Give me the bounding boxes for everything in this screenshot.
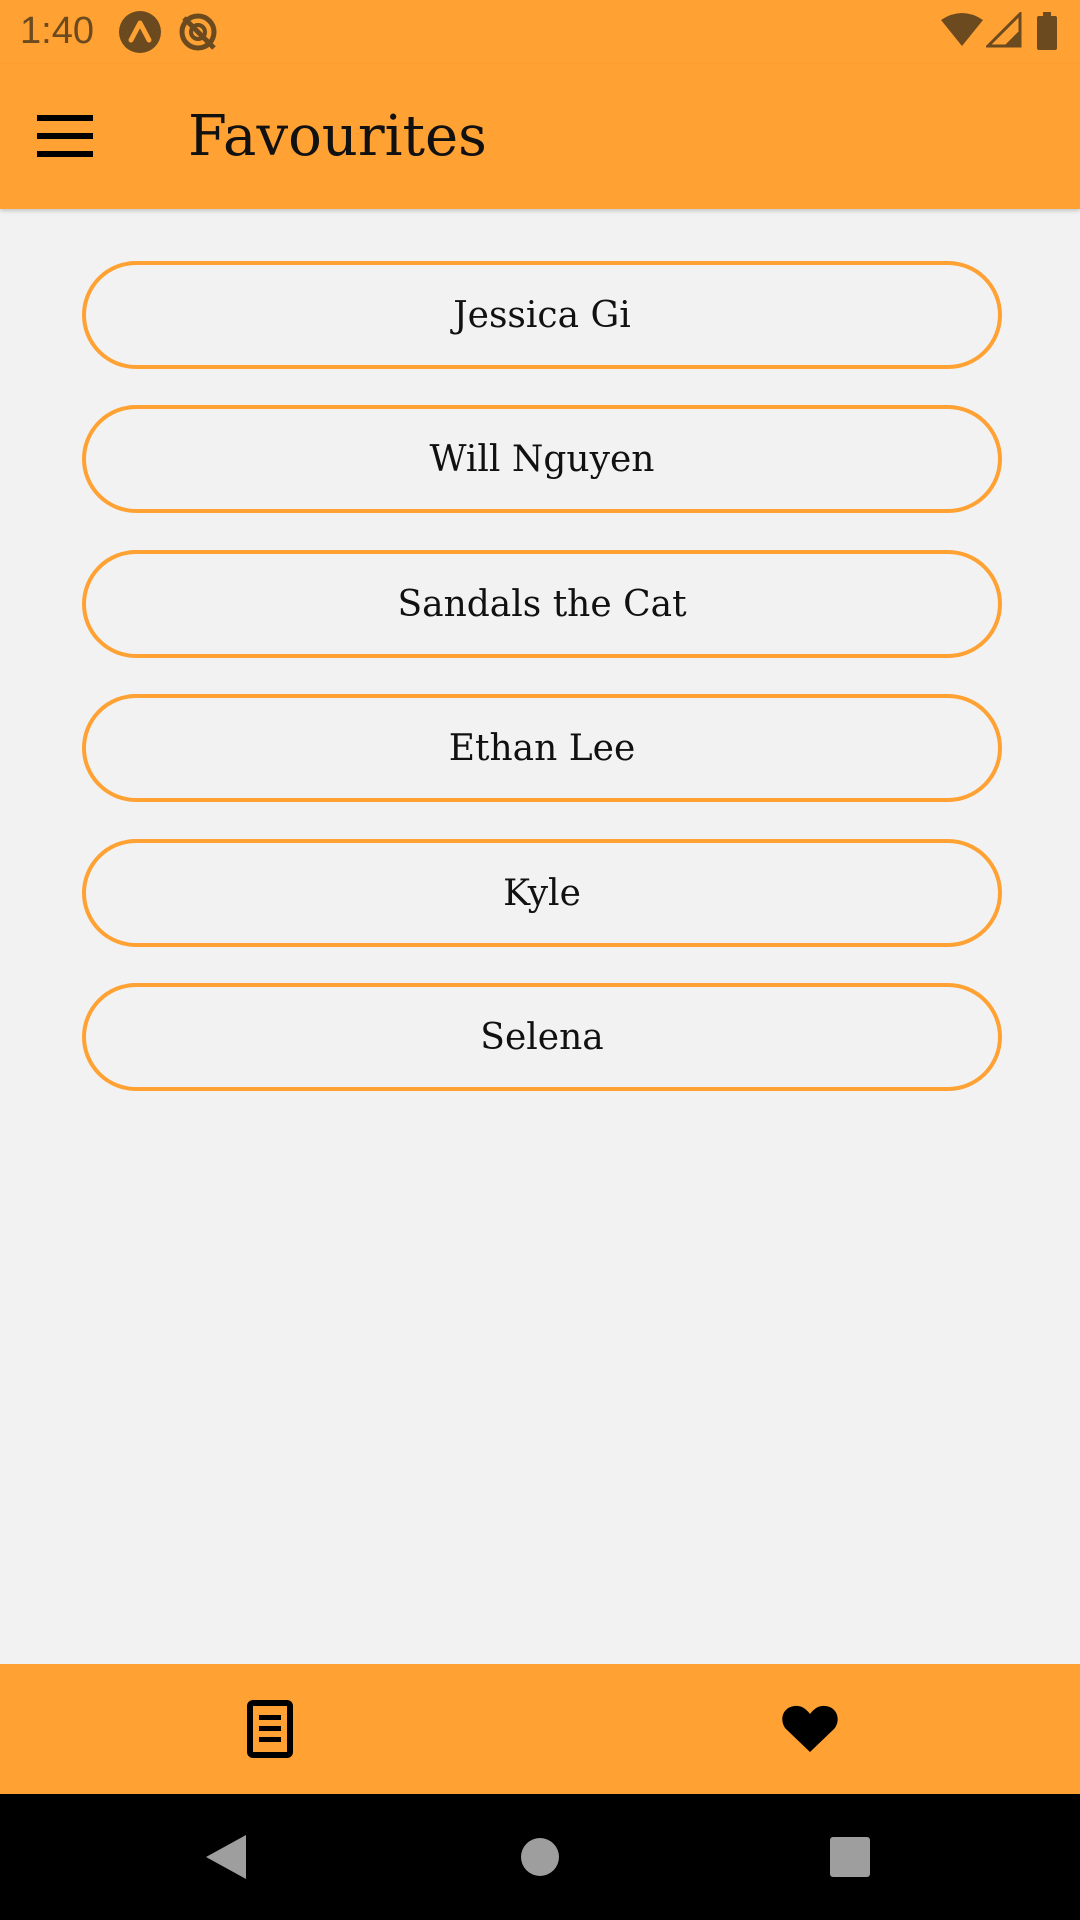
app-bar: Favourites bbox=[0, 64, 1080, 209]
favourite-item-selena[interactable]: Selena bbox=[82, 983, 1002, 1091]
page-title: Favourites bbox=[188, 104, 487, 169]
menu-button[interactable] bbox=[22, 101, 108, 171]
battery-icon bbox=[1036, 12, 1058, 55]
nav-favourites-button[interactable] bbox=[750, 1679, 870, 1779]
favourite-item-ethan-lee[interactable]: Ethan Lee bbox=[82, 694, 1002, 802]
system-back-button[interactable] bbox=[186, 1817, 266, 1897]
system-navigation-bar bbox=[0, 1794, 1080, 1920]
signal-icon bbox=[984, 10, 1022, 53]
heart-icon bbox=[782, 1705, 838, 1752]
system-home-button[interactable] bbox=[500, 1817, 580, 1897]
recents-icon bbox=[830, 1837, 870, 1877]
favourite-item-will-nguyen[interactable]: Will Nguyen bbox=[82, 405, 1002, 513]
sync-disabled-icon bbox=[176, 10, 220, 59]
favourite-item-kyle[interactable]: Kyle bbox=[82, 839, 1002, 947]
favourite-item-jessica-gi[interactable]: Jessica Gi bbox=[82, 261, 1002, 369]
status-time: 1:40 bbox=[20, 10, 94, 52]
bottom-navigation bbox=[0, 1664, 1080, 1794]
favourite-item-sandals-the-cat[interactable]: Sandals the Cat bbox=[82, 550, 1002, 658]
nav-list-button[interactable] bbox=[210, 1679, 330, 1779]
favourite-name: Kyle bbox=[503, 872, 581, 914]
favourite-name: Ethan Lee bbox=[448, 727, 636, 769]
favourite-name: Sandals the Cat bbox=[397, 583, 687, 625]
system-recents-button[interactable] bbox=[810, 1817, 890, 1897]
favourite-name: Selena bbox=[480, 1016, 604, 1058]
home-icon bbox=[521, 1838, 559, 1876]
favourite-name: Will Nguyen bbox=[429, 438, 655, 480]
wifi-icon bbox=[940, 12, 984, 53]
hamburger-menu-icon bbox=[37, 115, 93, 157]
back-icon bbox=[206, 1835, 246, 1879]
app-notification-icon bbox=[118, 10, 162, 59]
status-bar: 1:40 bbox=[0, 0, 1080, 64]
list-document-icon bbox=[247, 1700, 293, 1758]
favourite-name: Jessica Gi bbox=[453, 294, 631, 336]
